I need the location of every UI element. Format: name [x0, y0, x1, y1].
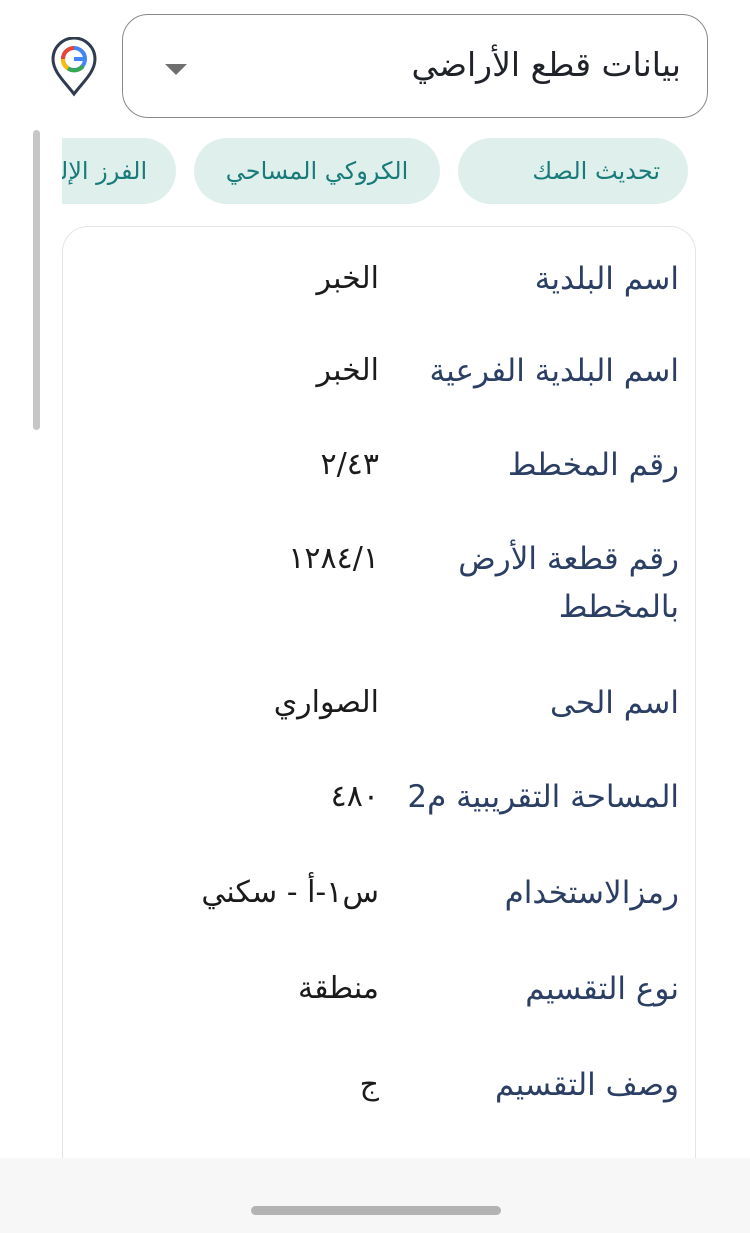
detail-label: نوع التقسيم	[525, 971, 679, 1007]
dataset-dropdown[interactable]: بيانات قطع الأراضي	[122, 14, 708, 118]
detail-label: اسم البلدية	[534, 261, 679, 297]
dropdown-selected-value: بيانات قطع الأراضي	[411, 45, 681, 84]
detail-label: رقم المخطط	[507, 447, 679, 483]
screen: بيانات قطع الأراضي الفرز الإلكتروني الكر…	[0, 0, 750, 1233]
detail-label: رقم قطعة الأرض بالمخطط	[458, 541, 679, 625]
navigation-bar	[0, 1158, 750, 1233]
detail-label: اسم البلدية الفرعية	[429, 353, 679, 389]
detail-value: ٤٨٠	[330, 779, 379, 814]
detail-value: ج	[359, 1067, 379, 1102]
chip-survey-sketch[interactable]: الكروكي المساحي	[194, 138, 440, 204]
detail-label: اسم الحى	[550, 685, 679, 721]
detail-label: المساحة التقريبية م2	[407, 779, 679, 815]
scrollbar[interactable]	[33, 130, 40, 430]
chip-deed-update[interactable]: تحديث الصك	[458, 138, 688, 204]
home-indicator[interactable]	[251, 1206, 501, 1215]
chip-electronic-sorting[interactable]: الفرز الإلكتروني	[62, 138, 176, 204]
detail-value: س١-أ - سكني	[201, 875, 379, 910]
detail-label: وصف التقسيم	[495, 1067, 679, 1103]
detail-value: ١٢٨٤/١	[288, 541, 379, 576]
google-location-pin-icon[interactable]	[50, 36, 98, 97]
detail-value: ٢/٤٣	[320, 447, 379, 482]
detail-value: الخبر	[316, 353, 379, 388]
land-details-card: اسم البلدية الخبر اسم البلدية الفرعية ال…	[62, 226, 696, 1186]
chevron-down-icon[interactable]	[165, 64, 187, 75]
chips-scroller[interactable]: الفرز الإلكتروني الكروكي المساحي تحديث ا…	[62, 138, 702, 208]
detail-value: منطقة	[298, 971, 379, 1006]
detail-value: الخبر	[316, 261, 379, 296]
detail-label: رمزالاستخدام	[504, 875, 679, 911]
detail-value: الصواري	[273, 685, 379, 720]
